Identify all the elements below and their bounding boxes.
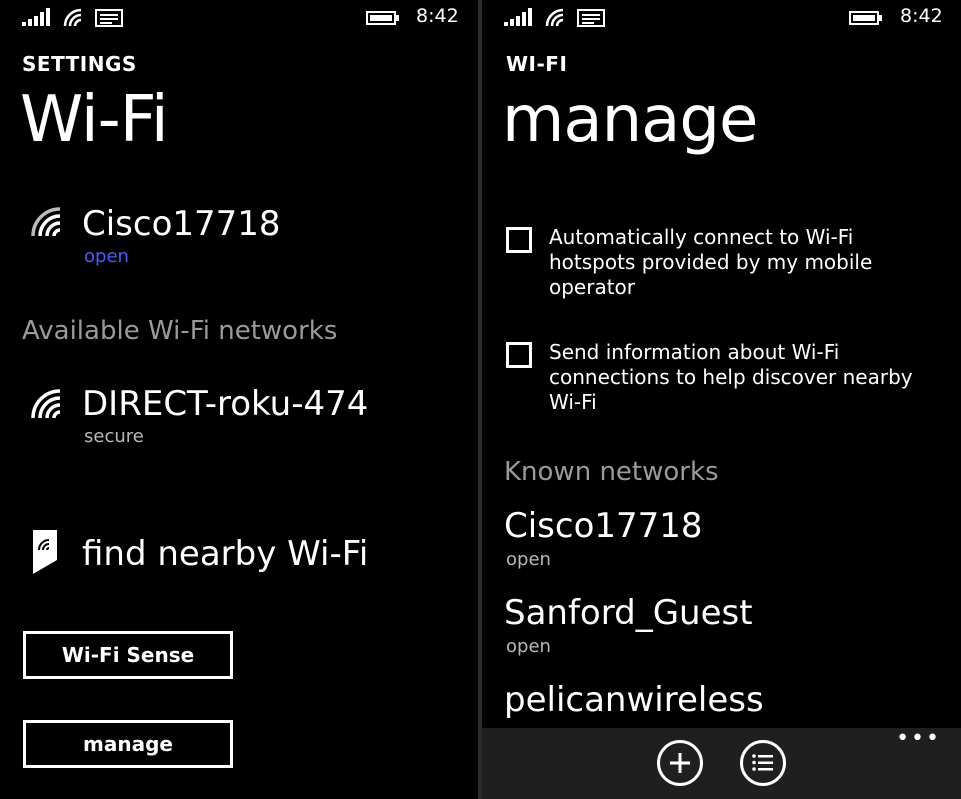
select-button[interactable] bbox=[740, 740, 786, 786]
auto-connect-option[interactable]: Automatically connect to Wi-Fi hotspots … bbox=[506, 225, 946, 305]
network-name: Cisco17718 bbox=[504, 506, 703, 546]
auto-connect-label: Automatically connect to Wi-Fi hotspots … bbox=[549, 225, 873, 299]
wifi-settings-screen: 8:42 SETTINGS Wi-Fi Cisco17718 open Avai… bbox=[0, 0, 478, 799]
battery-icon bbox=[849, 11, 882, 25]
wifi-manage-screen: 8:42 WI-FI manage Automatically connect … bbox=[482, 0, 961, 799]
select-list-icon bbox=[752, 754, 773, 771]
wifi-sense-button[interactable]: Wi-Fi Sense bbox=[23, 631, 233, 679]
wifi-signal-icon bbox=[31, 207, 60, 236]
find-nearby-icon bbox=[33, 530, 57, 574]
clock: 8:42 bbox=[416, 5, 459, 27]
message-icon bbox=[95, 9, 123, 27]
known-networks-header: Known networks bbox=[504, 457, 719, 487]
available-networks-header: Available Wi-Fi networks bbox=[22, 316, 338, 346]
network-status: open bbox=[506, 636, 551, 657]
network-name: DIRECT-roku-474 bbox=[82, 384, 369, 424]
clock: 8:42 bbox=[900, 5, 943, 27]
battery-icon bbox=[366, 11, 399, 25]
wifi-signal-icon bbox=[31, 389, 60, 418]
status-bar: 8:42 bbox=[482, 0, 961, 36]
app-bar: ••• bbox=[482, 728, 961, 799]
share-info-checkbox[interactable] bbox=[506, 342, 532, 368]
signal-bars-icon bbox=[22, 8, 50, 26]
auto-connect-checkbox[interactable] bbox=[506, 227, 532, 253]
section-label: WI-FI bbox=[506, 52, 568, 76]
network-status: open bbox=[84, 246, 129, 267]
status-bar: 8:42 bbox=[0, 0, 478, 36]
page-title: Wi-Fi bbox=[20, 83, 169, 157]
network-name: Cisco17718 bbox=[82, 204, 281, 244]
add-icon bbox=[670, 753, 690, 773]
share-info-option[interactable]: Send information about Wi-Fi connections… bbox=[506, 340, 946, 420]
network-name: Sanford_Guest bbox=[504, 593, 753, 633]
more-options-button[interactable]: ••• bbox=[896, 728, 941, 750]
signal-bars-icon bbox=[504, 8, 532, 26]
network-name: pelicanwireless bbox=[504, 680, 764, 720]
manage-button[interactable]: manage bbox=[23, 720, 233, 768]
share-info-label: Send information about Wi-Fi connections… bbox=[549, 340, 913, 414]
message-icon bbox=[577, 9, 605, 27]
page-title: manage bbox=[502, 83, 758, 157]
wifi-icon bbox=[545, 8, 564, 26]
wifi-icon bbox=[63, 8, 82, 26]
network-status: open bbox=[506, 549, 551, 570]
settings-label: SETTINGS bbox=[22, 52, 137, 76]
add-button[interactable] bbox=[657, 740, 703, 786]
find-nearby-label: find nearby Wi-Fi bbox=[82, 534, 369, 574]
network-status: secure bbox=[84, 426, 144, 447]
